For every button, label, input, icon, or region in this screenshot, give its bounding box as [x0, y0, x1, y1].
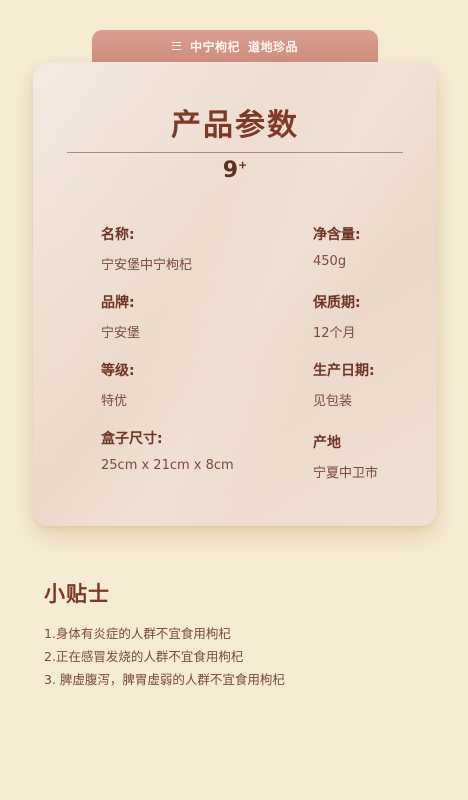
tips-title: 小贴士 [44, 582, 110, 606]
menu-icon[interactable] [171, 42, 181, 50]
header-slogan: 道地珍品 [248, 39, 299, 54]
header-brand: 中宁枸杞 [189, 39, 240, 54]
spec-net-weight: 净含量: 450g [313, 224, 361, 269]
spec-name: 名称: 宁安堡中宁枸杞 [101, 224, 192, 273]
tips-item: 3. 脾虚腹泻，脾胃虚弱的人群不宜食用枸杞 [44, 672, 285, 687]
spec-production-date: 生产日期: 见包装 [313, 360, 375, 409]
card-title: 产品参数 [171, 108, 299, 143]
spec-grade: 等级: 特优 [101, 360, 135, 409]
spec-value: 宁安堡中宁枸杞 [101, 258, 193, 273]
grade-badge: 9+ [33, 158, 437, 183]
spec-label: 等级: [101, 363, 135, 379]
spec-label: 保质期: [313, 295, 361, 311]
spec-label: 生产日期: [313, 363, 375, 379]
spec-label: 名称: [101, 227, 135, 243]
spec-label: 品牌: [101, 295, 135, 311]
spec-value: 特优 [101, 394, 128, 409]
badge-number: 9 [222, 158, 239, 183]
badge-plus: + [238, 158, 248, 172]
spec-box-size: 盒子尺寸: 25cm x 21cm x 8cm [101, 428, 234, 473]
spec-label: 产地 [313, 435, 341, 451]
spec-value: 12个月 [313, 326, 356, 341]
spec-origin: 产地 宁夏中卫市 [313, 432, 378, 481]
spec-value: 25cm x 21cm x 8cm [101, 458, 234, 473]
spec-value: 宁安堡 [101, 326, 141, 341]
spec-value: 见包装 [313, 394, 353, 409]
spec-value: 宁夏中卫市 [313, 466, 379, 481]
spec-label: 净含量: [313, 227, 361, 243]
spec-shelf-life: 保质期: 12个月 [313, 292, 361, 341]
product-params-card: 产品参数 9+ 名称: 宁安堡中宁枸杞 净含量: 450g 品牌: 宁安堡 保质… [33, 62, 437, 526]
spec-value: 450g [313, 254, 347, 269]
tips-section: 小贴士 1.身体有炎症的人群不宜食用枸杞 2.正在感冒发烧的人群不宜食用枸杞 3… [44, 578, 444, 691]
title-divider [67, 152, 403, 153]
spec-brand: 品牌: 宁安堡 [101, 292, 140, 341]
tips-item: 2.正在感冒发烧的人群不宜食用枸杞 [44, 649, 244, 664]
tips-item: 1.身体有炎症的人群不宜食用枸杞 [44, 626, 231, 641]
spec-label: 盒子尺寸: [101, 431, 163, 447]
